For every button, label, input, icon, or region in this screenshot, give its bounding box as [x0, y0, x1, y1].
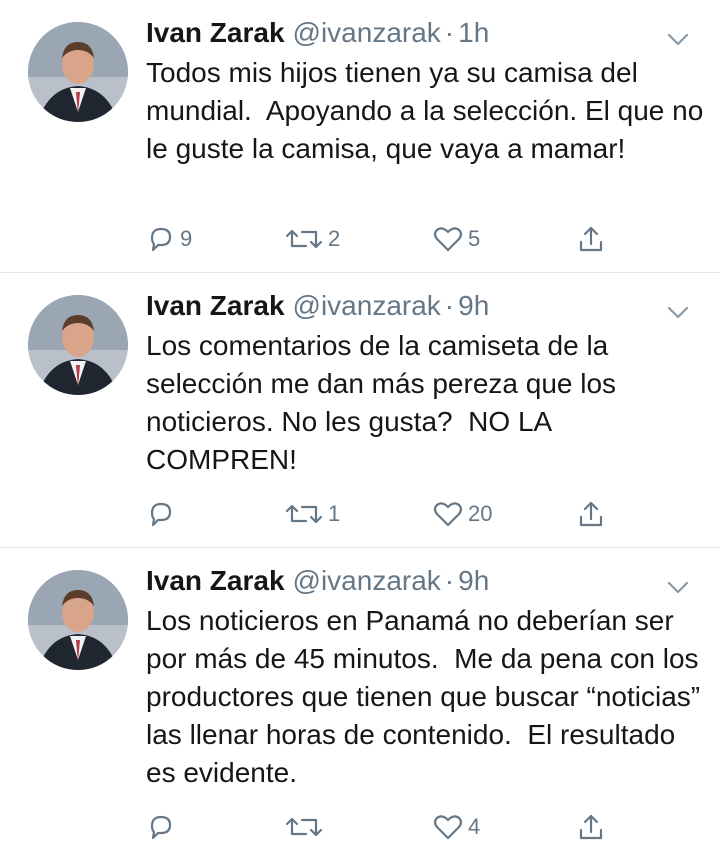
- avatar[interactable]: [28, 570, 128, 670]
- avatar-photo: [28, 570, 128, 670]
- tweet-timestamp[interactable]: 9h: [458, 565, 489, 596]
- author-name[interactable]: Ivan Zarak: [146, 290, 285, 321]
- reply-button[interactable]: [146, 810, 180, 844]
- chevron-down-icon[interactable]: [665, 299, 691, 325]
- retweet-button[interactable]: 2: [284, 222, 340, 256]
- tweet-text: Los noticieros en Panamá no deberían ser…: [146, 605, 708, 788]
- separator-dot: ·: [444, 290, 455, 321]
- reply-count: 9: [180, 226, 193, 251]
- reply-icon: [150, 502, 172, 527]
- author-handle[interactable]: @ivanzarak: [293, 565, 441, 596]
- share-button[interactable]: [576, 810, 606, 844]
- avatar[interactable]: [28, 22, 128, 122]
- heart-icon: [433, 227, 463, 252]
- share-icon: [579, 814, 603, 840]
- retweet-button[interactable]: 1: [284, 497, 340, 531]
- share-button[interactable]: [576, 222, 606, 256]
- chevron-down-icon[interactable]: [665, 574, 691, 600]
- tweet[interactable]: Ivan Zarak @ivanzarak · 9h Los comentarios …: [0, 273, 719, 547]
- share-button[interactable]: [576, 497, 606, 531]
- retweet-count: 2: [328, 226, 341, 251]
- tweet-timestamp[interactable]: 1h: [458, 17, 489, 48]
- retweet-count: 1: [328, 501, 341, 526]
- tweet-text: Todos mis hijos tienen ya su camisa del …: [146, 57, 712, 164]
- reply-button[interactable]: 9: [146, 222, 192, 256]
- tweet-timestamp[interactable]: 9h: [458, 290, 489, 321]
- avatar[interactable]: [28, 295, 128, 395]
- retweet-icon: [285, 229, 323, 249]
- tweet-header: Ivan Zarak @ivanzarak · 9h: [146, 564, 489, 598]
- share-icon: [579, 226, 603, 252]
- like-button[interactable]: 4: [432, 810, 480, 844]
- tweet-header: Ivan Zarak @ivanzarak · 9h: [146, 289, 489, 323]
- retweet-icon: [285, 504, 323, 524]
- chevron-down-icon[interactable]: [665, 26, 691, 52]
- like-count: 20: [468, 501, 493, 526]
- avatar-photo: [28, 22, 128, 122]
- reply-button[interactable]: [146, 497, 180, 531]
- tweet-header: Ivan Zarak @ivanzarak · 1h: [146, 16, 489, 50]
- share-icon: [579, 501, 603, 527]
- like-button[interactable]: 5: [432, 222, 480, 256]
- author-name[interactable]: Ivan Zarak: [146, 17, 285, 48]
- tweet[interactable]: Ivan Zarak @ivanzarak · 9h Los noticieros e…: [0, 548, 719, 850]
- like-count: 5: [468, 226, 481, 251]
- separator-dot: ·: [444, 565, 455, 596]
- author-handle[interactable]: @ivanzarak: [293, 17, 441, 48]
- reply-icon: [150, 815, 172, 840]
- like-count: 4: [468, 814, 481, 839]
- avatar-photo: [28, 295, 128, 395]
- heart-icon: [433, 815, 463, 840]
- tweet-text: Los comentarios de la camiseta de la sel…: [146, 330, 624, 475]
- tweet-feed: Ivan Zarak @ivanzarak · 1h Todos mis hijos …: [0, 0, 719, 850]
- author-handle[interactable]: @ivanzarak: [293, 290, 441, 321]
- like-button[interactable]: 20: [432, 497, 492, 531]
- retweet-button[interactable]: [284, 810, 328, 844]
- author-name[interactable]: Ivan Zarak: [146, 565, 285, 596]
- retweet-icon: [285, 817, 323, 837]
- heart-icon: [433, 502, 463, 527]
- separator-dot: ·: [444, 17, 455, 48]
- tweet[interactable]: Ivan Zarak @ivanzarak · 1h Todos mis hijos …: [0, 0, 719, 272]
- reply-icon: [150, 227, 172, 252]
